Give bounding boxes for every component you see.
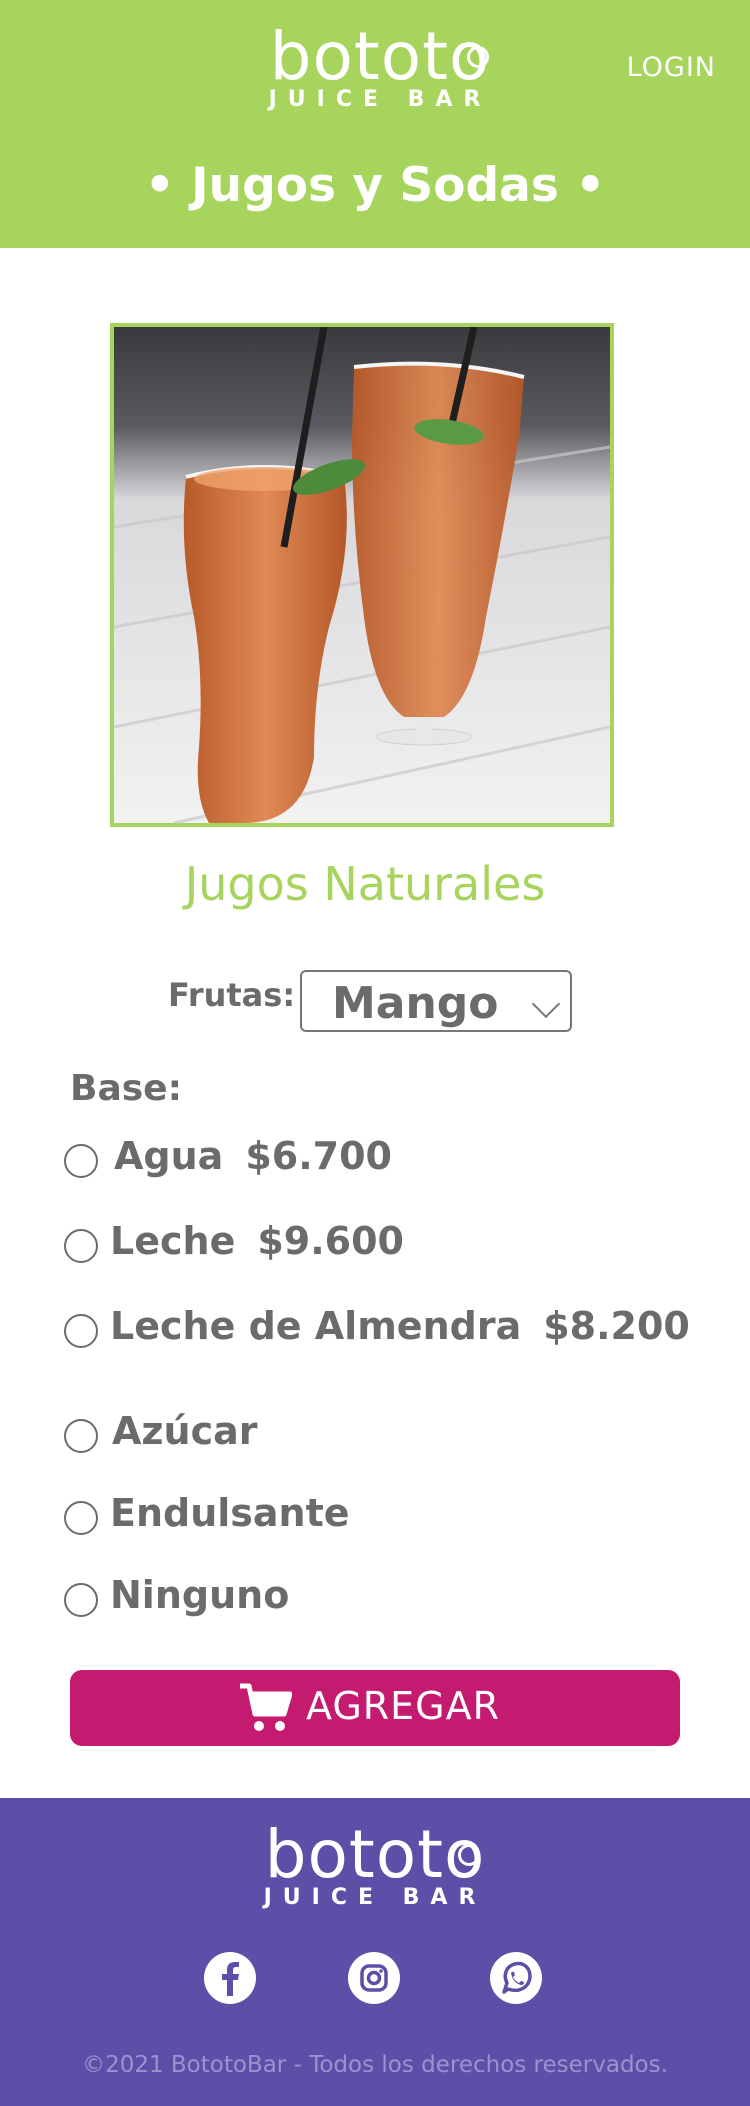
header: bototo JUICE BAR LOGIN • Jugos y Sodas • xyxy=(0,0,750,248)
base-option-price: $9.600 xyxy=(257,1219,404,1263)
base-option-name: Agua xyxy=(114,1134,224,1178)
footer-logo[interactable]: bototo JUICE BAR xyxy=(235,1820,515,1910)
base-option-name: Leche xyxy=(110,1219,236,1263)
flower-icon xyxy=(458,1844,480,1866)
cart-icon xyxy=(238,1682,293,1738)
sweetener-option-label: Azúcar xyxy=(112,1409,258,1453)
chevron-down-icon xyxy=(531,989,561,1019)
product-title: Jugos Naturales xyxy=(184,857,546,911)
fruit-selected-value: Mango xyxy=(332,978,499,1029)
footer: bototo JUICE BAR ©2021 BototoBar - Todos… xyxy=(0,1798,750,2106)
header-logo[interactable]: bototo JUICE BAR xyxy=(240,22,520,112)
login-link[interactable]: LOGIN xyxy=(627,52,716,83)
category-title: • Jugos y Sodas • xyxy=(144,158,606,213)
fruit-select[interactable]: Mango xyxy=(300,970,572,1032)
radio-button[interactable] xyxy=(64,1314,98,1348)
instagram-icon[interactable] xyxy=(348,1952,400,2004)
whatsapp-icon[interactable] xyxy=(490,1952,542,2004)
facebook-icon[interactable] xyxy=(204,1952,256,2004)
add-button-label: AGREGAR xyxy=(306,1684,501,1728)
sweetener-option-label: Ninguno xyxy=(110,1573,290,1617)
base-option-name: Leche de Almendra xyxy=(110,1304,522,1348)
radio-button[interactable] xyxy=(64,1229,98,1263)
fruit-label: Frutas: xyxy=(168,976,296,1014)
product-image xyxy=(110,323,614,827)
base-option-price: $6.700 xyxy=(245,1134,392,1178)
copyright-text: ©2021 BototoBar - Todos los derechos res… xyxy=(82,2052,668,2078)
logo-subtitle: JUICE BAR xyxy=(263,1885,487,1910)
flower-icon xyxy=(467,46,489,68)
radio-button[interactable] xyxy=(64,1583,98,1617)
radio-button[interactable] xyxy=(64,1144,98,1178)
base-option-price: $8.200 xyxy=(543,1304,690,1348)
radio-button[interactable] xyxy=(64,1501,98,1535)
sweetener-option-label: Endulsante xyxy=(110,1491,350,1535)
base-label: Base: xyxy=(70,1068,182,1109)
radio-button[interactable] xyxy=(64,1419,98,1453)
add-to-cart-button[interactable]: AGREGAR xyxy=(70,1670,680,1746)
logo-subtitle: JUICE BAR xyxy=(268,87,492,112)
